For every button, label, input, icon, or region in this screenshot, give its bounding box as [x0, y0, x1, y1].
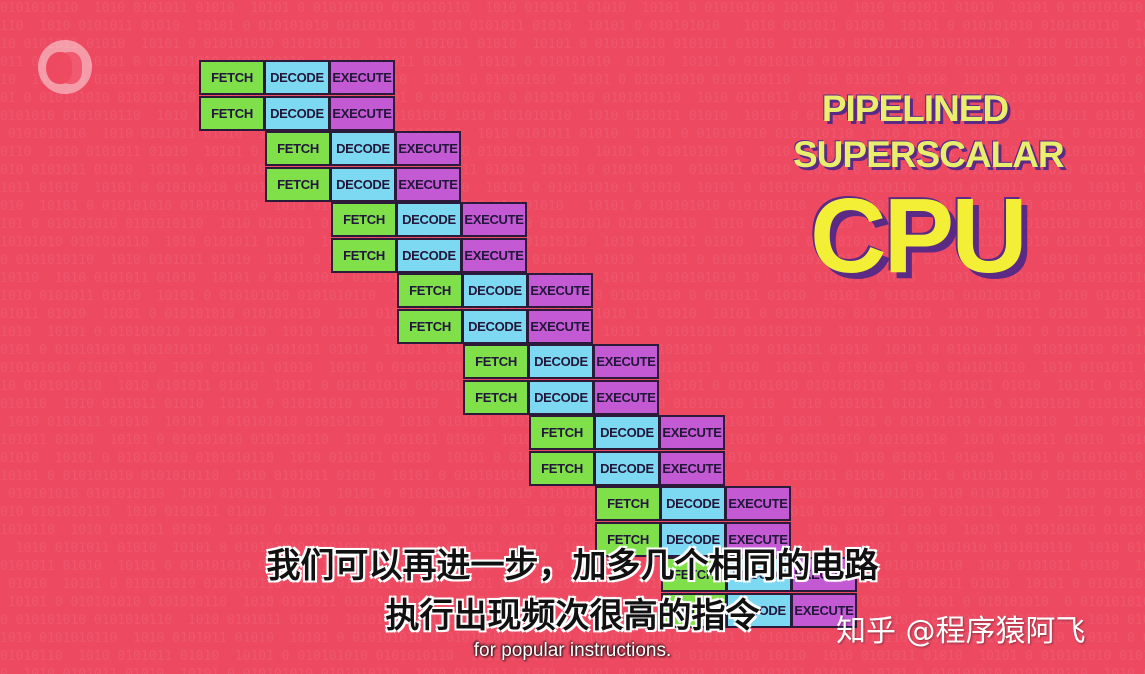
stage-fetch: FETCH: [397, 273, 463, 308]
stage-execute: EXECUTE: [395, 131, 461, 166]
stage-decode: DECODE: [264, 95, 330, 131]
stage-decode: DECODE: [396, 237, 462, 273]
instruction-row: FETCH DECODE EXECUTE: [397, 308, 593, 344]
stage-execute: EXECUTE: [527, 308, 593, 344]
instruction-row: FETCH DECODE EXECUTE: [529, 450, 725, 486]
video-frame: 0101010110 1010 0101011 01010 10101 0 01…: [0, 0, 1145, 674]
instruction-row: FETCH DECODE EXECUTE: [529, 415, 725, 450]
stage-decode: DECODE: [462, 308, 528, 344]
instruction-row: FETCH DECODE EXECUTE: [199, 95, 395, 131]
stage-decode: DECODE: [528, 379, 594, 415]
instruction-row: FETCH DECODE EXECUTE: [265, 166, 461, 202]
stage-execute: EXECUTE: [395, 166, 461, 202]
stage-decode: DECODE: [660, 486, 726, 521]
instruction-row: FETCH DECODE EXECUTE: [397, 273, 593, 308]
stage-fetch: FETCH: [463, 344, 529, 379]
instruction-row: FETCH DECODE EXECUTE: [331, 202, 527, 237]
instruction-row: FETCH DECODE EXECUTE: [595, 486, 791, 521]
stage-decode: DECODE: [396, 202, 462, 237]
stage-execute: EXECUTE: [659, 415, 725, 450]
stage-execute: EXECUTE: [461, 202, 527, 237]
stage-decode: DECODE: [264, 60, 330, 95]
stage-decode: DECODE: [462, 273, 528, 308]
stage-execute: EXECUTE: [659, 450, 725, 486]
stage-decode: DECODE: [594, 450, 660, 486]
instruction-row: FETCH DECODE EXECUTE: [463, 379, 659, 415]
stage-execute: EXECUTE: [329, 60, 395, 95]
stage-fetch: FETCH: [529, 415, 595, 450]
stage-execute: EXECUTE: [725, 486, 791, 521]
subtitle-chinese-line1: 我们可以再进一步，加多几个相同的电路: [266, 546, 879, 586]
stage-fetch: FETCH: [199, 60, 265, 95]
title-cpu: CPU: [810, 177, 1028, 295]
title-superscalar: SUPERSCALAR: [793, 134, 1065, 175]
stage-decode: DECODE: [594, 415, 660, 450]
stage-decode: DECODE: [330, 166, 396, 202]
stage-fetch: FETCH: [265, 166, 331, 202]
stage-execute: EXECUTE: [593, 379, 659, 415]
instruction-row: FETCH DECODE EXECUTE: [199, 60, 395, 95]
stage-fetch: FETCH: [265, 131, 331, 166]
stage-fetch: FETCH: [463, 379, 529, 415]
instruction-row: FETCH DECODE EXECUTE: [265, 131, 461, 166]
stage-fetch: FETCH: [331, 237, 397, 273]
stage-fetch: FETCH: [331, 202, 397, 237]
stage-decode: DECODE: [528, 344, 594, 379]
stage-fetch: FETCH: [529, 450, 595, 486]
stage-fetch: FETCH: [595, 486, 661, 521]
stage-fetch: FETCH: [397, 308, 463, 344]
stage-decode: DECODE: [330, 131, 396, 166]
stage-fetch: FETCH: [199, 95, 265, 131]
title-pipelined: PIPELINED: [821, 88, 1009, 129]
instruction-row: FETCH DECODE EXECUTE: [331, 237, 527, 273]
stage-execute: EXECUTE: [527, 273, 593, 308]
stage-execute: EXECUTE: [593, 344, 659, 379]
zhihu-watermark: 知乎 @程序猿阿飞: [836, 614, 1086, 649]
instruction-row: FETCH DECODE EXECUTE: [463, 344, 659, 379]
pbs-logo-icon: [38, 40, 92, 94]
stage-execute: EXECUTE: [461, 237, 527, 273]
stage-execute: EXECUTE: [329, 95, 395, 131]
